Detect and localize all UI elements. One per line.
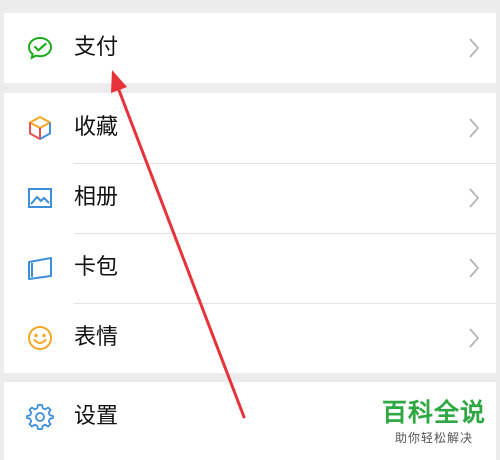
watermark-title: 百科全说	[381, 398, 486, 427]
favorites-cube-icon	[29, 116, 51, 140]
watermark-subtitle: 助你轻松解决	[394, 431, 473, 445]
settings-gear-icon	[26, 404, 54, 430]
menu-item-favorites[interactable]: 收藏	[4, 93, 496, 163]
menu-item-label: 表情	[74, 325, 119, 350]
me-settings-menu: 支付 收藏 相册 卡包 表情 设置	[4, 0, 496, 460]
menu-item-label: 设置	[74, 404, 119, 429]
wechat-pay-icon	[27, 36, 53, 60]
menu-item-album[interactable]: 相册	[4, 163, 496, 233]
menu-group-main: 收藏 相册 卡包 表情	[4, 93, 496, 373]
menu-item-stickers[interactable]: 表情	[4, 303, 496, 373]
smiley-face-icon	[28, 326, 52, 350]
menu-group-pay: 支付	[4, 13, 496, 83]
menu-item-pay[interactable]: 支付	[4, 13, 496, 83]
menu-item-card-wallet[interactable]: 卡包	[4, 233, 496, 303]
chevron-right-icon	[469, 118, 480, 138]
chevron-right-icon	[469, 328, 480, 348]
menu-item-label: 支付	[74, 35, 119, 60]
menu-item-label: 收藏	[74, 115, 119, 140]
chevron-right-icon	[469, 38, 480, 58]
chevron-right-icon	[469, 188, 480, 208]
card-wallet-icon	[28, 257, 52, 280]
photo-album-icon	[28, 188, 52, 208]
menu-item-label: 相册	[74, 185, 119, 210]
watermark-logo: 百科全说 助你轻松解决	[382, 398, 486, 446]
menu-item-label: 卡包	[74, 255, 119, 280]
chevron-right-icon	[469, 258, 480, 278]
